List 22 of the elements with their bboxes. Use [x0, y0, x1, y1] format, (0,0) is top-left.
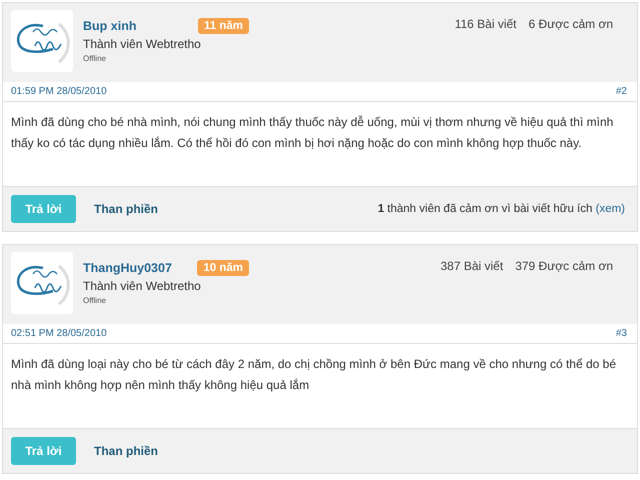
- online-status: Offline: [83, 54, 107, 63]
- thanks-count: 379 Được cảm ơn: [515, 259, 613, 273]
- post-count: 387 Bài viết: [440, 259, 504, 273]
- member-role: Thành viên Webtretho: [83, 279, 202, 293]
- membership-badge: 11 năm: [198, 18, 249, 34]
- report-link[interactable]: Than phiền: [94, 202, 158, 216]
- username[interactable]: Bup xinh: [83, 19, 136, 33]
- thanks-count: 6 Được cảm ơn: [528, 17, 613, 31]
- username[interactable]: ThangHuy0307: [83, 261, 172, 275]
- post-date: 01:59 PM 28/05/2010: [11, 86, 107, 97]
- online-status: Offline: [83, 296, 107, 305]
- post-count: 116 Bài viết: [454, 17, 517, 31]
- membership-badge: 10 năm: [197, 260, 249, 276]
- post-number[interactable]: #2: [616, 86, 627, 97]
- view-link[interactable]: (xem): [596, 203, 625, 215]
- post-date: 02:51 PM 28/05/2010: [11, 328, 107, 339]
- post-number[interactable]: #3: [616, 328, 627, 339]
- post-text: Mình đã dùng cho bé nhà mình, nói chung mình thấy thuốc này dễ uống, mùi vị thơm nhưng về hiệu quả thì mình thấy ko có tác dụng nhiều lắm. Có thể hồi đó con mình bị hơi nặng hoặc do con mình không hợp thuốc này.: [11, 114, 614, 152]
- post-text: Mình đã dùng loại này cho bé từ cách đây 2 năm, do chị chồng mình ở bên Đức mang về cho nhưng có thể do bé nhà mình không hợp nên mình thấy không hiệu quả lắm: [11, 356, 618, 394]
- report-link[interactable]: Than phiền: [94, 444, 158, 458]
- thanks-note: 1 thành viên đã cảm ơn vì bài viết hữu ích (xem): [378, 203, 626, 215]
- member-role: Thành viên Webtretho: [83, 37, 202, 51]
